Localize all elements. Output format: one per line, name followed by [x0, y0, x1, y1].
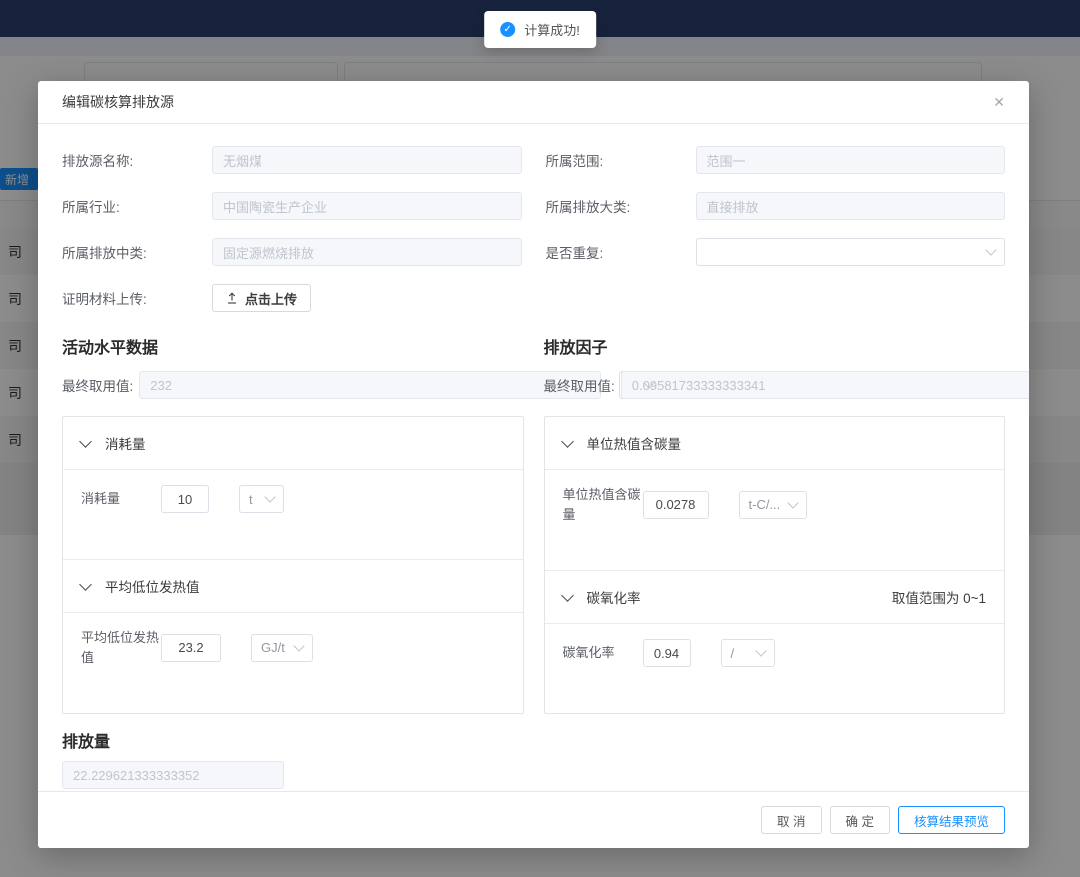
- edit-emission-source-modal: 编辑碳核算排放源 ✕ 排放源名称: 所属范围: 所属行业: 所属: [38, 81, 1029, 848]
- carbon-panel-header[interactable]: 单位热值含碳量: [545, 417, 1005, 470]
- oxidation-panel-header[interactable]: 碳氧化率 取值范围为 0~1: [545, 571, 1005, 624]
- oxidation-label: 碳氧化率: [563, 643, 643, 663]
- upload-button-label: 点击上传: [245, 289, 297, 308]
- upload-label: 证明材料上传:: [62, 288, 212, 308]
- activity-final-label: 最终取用值:: [62, 375, 133, 395]
- carbon-unit-select[interactable]: t-C/...: [739, 491, 807, 519]
- oxidation-unit-select[interactable]: /: [721, 639, 775, 667]
- factor-column: 排放因子 最终取用值: tCO₂/GJ 单位热值含碳量: [544, 334, 1006, 714]
- field-category-major: 所属排放大类:: [546, 192, 1006, 220]
- category-mid-label: 所属排放中类:: [62, 242, 212, 262]
- oxidation-panel-body: 碳氧化率 /: [545, 624, 1005, 713]
- duplicate-select[interactable]: [696, 238, 1006, 266]
- consumption-input[interactable]: [161, 485, 209, 513]
- upload-icon: [226, 292, 238, 304]
- chevron-down-icon: [787, 497, 798, 508]
- emission-title: 排放量: [62, 728, 1005, 752]
- industry-input: [212, 192, 522, 220]
- category-major-label: 所属排放大类:: [546, 196, 696, 216]
- field-source-name: 排放源名称:: [62, 146, 522, 174]
- consumption-unit-value: t: [249, 492, 253, 507]
- activity-collapse: 消耗量 消耗量 t 平均低位发热值: [62, 416, 524, 714]
- heating-unit-select[interactable]: GJ/t: [251, 634, 313, 662]
- toast-success: ✓ 计算成功!: [484, 11, 596, 48]
- consumption-unit-select[interactable]: t: [239, 485, 284, 513]
- emission-input: [62, 761, 284, 789]
- category-mid-input: [212, 238, 522, 266]
- oxidation-header-label: 碳氧化率: [587, 587, 641, 607]
- consumption-panel-header[interactable]: 消耗量: [63, 417, 523, 470]
- industry-label: 所属行业:: [62, 196, 212, 216]
- check-circle-icon: ✓: [500, 22, 515, 37]
- form-grid: 排放源名称: 所属范围: 所属行业: 所属排放大类: 所属排放中类:: [62, 146, 1005, 312]
- activity-title: 活动水平数据: [62, 334, 524, 358]
- emission-section: 排放量: [62, 728, 1005, 789]
- chevron-down-icon: [985, 244, 996, 255]
- modal-body: 排放源名称: 所属范围: 所属行业: 所属排放大类: 所属排放中类:: [38, 124, 1029, 791]
- heating-panel-header[interactable]: 平均低位发热值: [63, 560, 523, 613]
- factor-final-input: [621, 371, 1029, 399]
- oxidation-unit-value: /: [731, 646, 735, 661]
- close-icon[interactable]: ✕: [993, 95, 1005, 109]
- factor-title: 排放因子: [544, 334, 1006, 358]
- carbon-label: 单位热值含碳量: [563, 485, 643, 524]
- field-industry: 所属行业:: [62, 192, 522, 220]
- factor-collapse: 单位热值含碳量 单位热值含碳量 t-C/... 碳氧化: [544, 416, 1006, 714]
- field-upload: 证明材料上传: 点击上传: [62, 284, 522, 312]
- factor-final-label: 最终取用值:: [544, 375, 615, 395]
- carbon-panel-body: 单位热值含碳量 t-C/...: [545, 470, 1005, 571]
- chevron-down-icon: [561, 589, 574, 602]
- activity-final-input: [139, 371, 601, 399]
- duplicate-label: 是否重复:: [546, 242, 696, 262]
- chevron-down-icon: [79, 578, 92, 591]
- heating-input[interactable]: [161, 634, 221, 662]
- heating-unit-value: GJ/t: [261, 640, 285, 655]
- heating-panel-body: 平均低位发热值 GJ/t: [63, 613, 523, 713]
- chevron-down-icon: [561, 435, 574, 448]
- modal-title: 编辑碳核算排放源: [62, 92, 174, 112]
- cancel-button[interactable]: 取 消: [761, 806, 821, 834]
- source-name-input: [212, 146, 522, 174]
- chevron-down-icon: [293, 640, 304, 651]
- modal-header: 编辑碳核算排放源 ✕: [38, 81, 1029, 124]
- preview-result-button[interactable]: 核算结果预览: [898, 806, 1005, 834]
- consumption-panel-body: 消耗量 t: [63, 470, 523, 560]
- chevron-down-icon: [264, 491, 275, 502]
- consumption-header-label: 消耗量: [105, 433, 146, 453]
- field-duplicate: 是否重复:: [546, 238, 1006, 266]
- field-category-mid: 所属排放中类:: [62, 238, 522, 266]
- field-scope: 所属范围:: [546, 146, 1006, 174]
- scope-input: [696, 146, 1006, 174]
- toast-message: 计算成功!: [524, 20, 580, 39]
- data-columns: 活动水平数据 最终取用值: GJ 消耗量: [62, 334, 1005, 714]
- activity-column: 活动水平数据 最终取用值: GJ 消耗量: [62, 334, 524, 714]
- scope-label: 所属范围:: [546, 150, 696, 170]
- screen: 新增 司 司 司 司 司 ✓ 计算成功! 编辑碳核算排放源 ✕ 排放源名称:: [0, 0, 1080, 877]
- source-name-label: 排放源名称:: [62, 150, 212, 170]
- consumption-label: 消耗量: [81, 489, 161, 509]
- chevron-down-icon: [79, 435, 92, 448]
- carbon-header-label: 单位热值含碳量: [587, 433, 682, 453]
- carbon-input[interactable]: [643, 491, 709, 519]
- modal-footer: 取 消 确 定 核算结果预览: [38, 791, 1029, 848]
- activity-final-row: 最终取用值: GJ: [62, 371, 524, 399]
- upload-button[interactable]: 点击上传: [212, 284, 311, 312]
- carbon-unit-value: t-C/...: [749, 497, 781, 512]
- chevron-down-icon: [755, 645, 766, 656]
- oxidation-range-note: 取值范围为 0~1: [892, 587, 986, 607]
- oxidation-input[interactable]: [643, 639, 691, 667]
- category-major-input: [696, 192, 1006, 220]
- factor-final-row: 最终取用值: tCO₂/GJ: [544, 371, 1006, 399]
- heating-label: 平均低位发热值: [81, 628, 161, 667]
- ok-button[interactable]: 确 定: [830, 806, 890, 834]
- heating-header-label: 平均低位发热值: [105, 576, 200, 596]
